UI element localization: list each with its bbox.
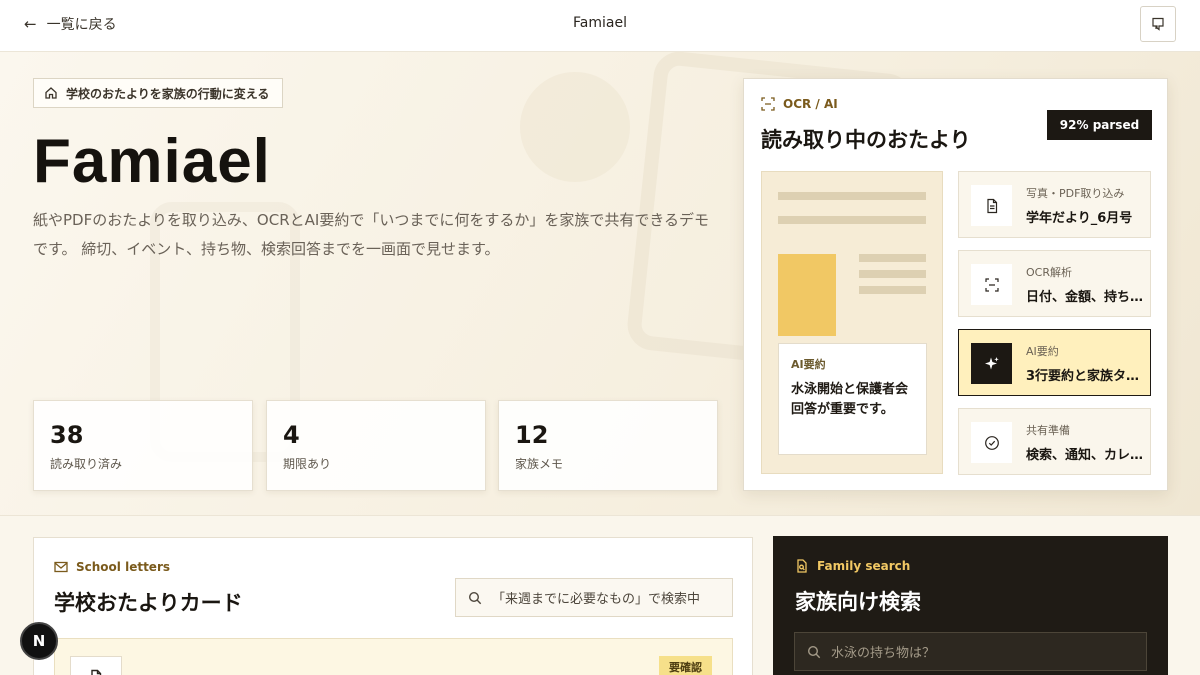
letter-card-icon-box (70, 656, 122, 675)
school-letters-section: School letters 学校おたよりカード 「来週までに必要なもの」で検索… (33, 537, 753, 675)
scan-icon (761, 97, 775, 111)
ai-summary-card: AI要約 水泳開始と保護者会回答が重要です。 (778, 343, 927, 455)
step-ai-summary[interactable]: AI要約 3行要約と家族タスク (958, 329, 1151, 396)
step-value: 検索、通知、カレンダー (1026, 448, 1144, 463)
step-label: 写真・PDF取り込み (1026, 187, 1125, 200)
step-label: AI要約 (1026, 345, 1059, 358)
step-share[interactable]: 共有準備 検索、通知、カレンダー (958, 408, 1151, 475)
step-value: 3行要約と家族タスク (1026, 369, 1144, 384)
github-button[interactable] (1140, 6, 1176, 42)
hero-description: 紙やPDFのおたよりを取り込み、OCRとAI要約で「いつまでに何をするか」を家族… (33, 211, 710, 258)
stat-label: 読み取り済み (50, 457, 123, 471)
step-ocr[interactable]: OCR解析 日付、金額、持ち物を抽出 (958, 250, 1151, 317)
preview-text-line (859, 286, 926, 294)
ai-summary-text: 水泳開始と保護者会回答が重要です。 (791, 382, 909, 417)
background-decoration (520, 72, 630, 182)
ocr-panel-label: OCR / AI (761, 97, 838, 111)
stat-label: 期限あり (283, 457, 332, 471)
stat-card-deadline: 4 期限あり (266, 400, 486, 491)
school-letters-label-text: School letters (76, 560, 171, 574)
top-bar: ← 一覧に戻る Famiael (0, 0, 1200, 52)
hero-title: Famiael (33, 127, 271, 196)
step-icon-box (971, 343, 1012, 384)
back-label: 一覧に戻る (46, 17, 117, 33)
ocr-panel: OCR / AI 読み取り中のおたより 92% parsed AI要約 水泳開始… (743, 78, 1168, 491)
stat-value: 38 (50, 421, 84, 449)
sparkle-icon (984, 356, 999, 369)
document-search-icon (797, 559, 807, 573)
document-preview: AI要約 水泳開始と保護者会回答が重要です。 (761, 171, 943, 474)
stat-card-family-memo: 12 家族メモ (498, 400, 718, 491)
section-divider (0, 515, 1200, 516)
school-letters-title: 学校おたよりカード (54, 591, 243, 615)
step-value: 学年だより_6月号 (1026, 211, 1133, 226)
family-search-input[interactable]: 水泳の持ち物は？ (794, 632, 1147, 671)
stat-card-read: 38 読み取り済み (33, 400, 253, 491)
search-icon (807, 645, 821, 658)
step-label: 共有準備 (1026, 424, 1070, 437)
letters-search-text: 「来週までに必要なもの」で検索中 (492, 592, 701, 607)
preview-image-block (778, 254, 836, 336)
step-icon-box (971, 264, 1012, 305)
ocr-panel-title: 読み取り中のおたより (761, 128, 971, 152)
document-icon (91, 669, 102, 675)
hero-tag: 学校のおたよりを家族の行動に変える (33, 78, 284, 108)
step-import[interactable]: 写真・PDF取り込み 学年だより_6月号 (958, 171, 1151, 238)
document-icon (986, 198, 997, 213)
ocr-panel-label-text: OCR / AI (783, 97, 838, 111)
home-icon (45, 87, 57, 99)
step-label: OCR解析 (1026, 266, 1072, 279)
mail-icon (54, 561, 68, 573)
step-icon-box (971, 422, 1012, 463)
ai-summary-label: AI要約 (791, 358, 826, 371)
scan-icon (984, 277, 999, 292)
hero-tag-text: 学校のおたよりを家族の行動に変える (66, 86, 270, 101)
hero-section: 学校のおたよりを家族の行動に変える Famiael 紙やPDFのおたよりを取り込… (0, 52, 1200, 515)
family-search-placeholder: 水泳の持ち物は？ (831, 646, 936, 661)
family-search-section: Family search 家族向け検索 水泳の持ち物は？ (773, 536, 1168, 675)
check-circle-icon (984, 435, 999, 450)
step-icon-box (971, 185, 1012, 226)
preview-text-line (859, 270, 926, 278)
search-icon (468, 591, 482, 604)
stat-label: 家族メモ (515, 457, 564, 471)
step-value: 日付、金額、持ち物を抽出 (1026, 290, 1144, 305)
preview-text-line (778, 216, 926, 224)
letter-card[interactable]: 要確認 (54, 638, 733, 675)
family-search-label-text: Family search (817, 559, 911, 573)
school-letters-label: School letters (54, 560, 170, 574)
family-search-label: Family search (795, 559, 910, 573)
dev-tools-button[interactable]: N (20, 622, 58, 660)
back-link[interactable]: ← 一覧に戻る (24, 14, 117, 34)
letters-search-input[interactable]: 「来週までに必要なもの」で検索中 (455, 578, 733, 617)
stat-value: 4 (283, 421, 300, 449)
stat-value: 12 (515, 421, 549, 449)
family-search-title: 家族向け検索 (795, 590, 921, 614)
github-icon (1152, 17, 1164, 31)
preview-text-line (778, 192, 926, 200)
needs-review-badge: 要確認 (659, 656, 712, 675)
parsed-badge: 92% parsed (1047, 110, 1152, 140)
preview-text-line (859, 254, 926, 262)
app-title: Famiael (573, 15, 627, 31)
arrow-left-icon: ← (24, 15, 37, 33)
